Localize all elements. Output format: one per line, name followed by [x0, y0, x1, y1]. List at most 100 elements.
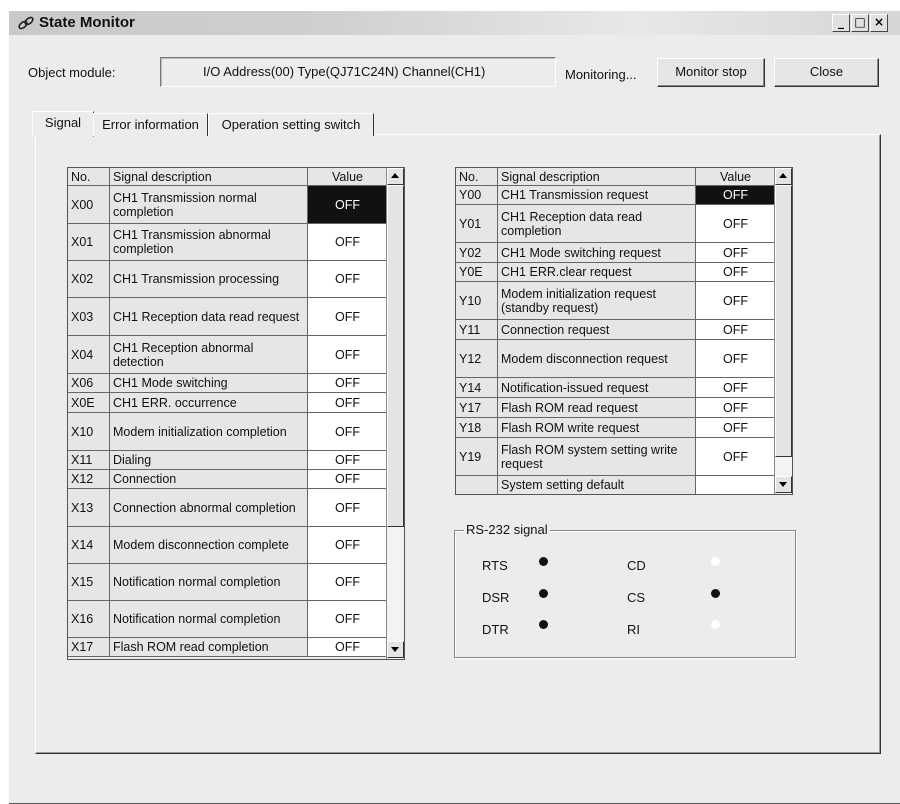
tab-signal[interactable]: Signal [32, 111, 94, 137]
table-row[interactable]: X13 Connection abnormal completion OFF [68, 488, 388, 527]
row-no: Y00 [456, 185, 498, 205]
table-row[interactable]: X00 CH1 Transmission normal completion O… [68, 185, 388, 224]
scroll-down-button[interactable] [387, 641, 404, 658]
table-row[interactable]: X16 Notification normal completion OFF [68, 600, 388, 638]
table-row[interactable]: X17 Flash ROM read completion OFF [68, 637, 388, 657]
row-description: CH1 ERR. occurrence [109, 392, 308, 413]
row-value[interactable]: OFF [695, 319, 776, 340]
row-no: Y10 [456, 281, 498, 320]
row-description: Connection abnormal completion [109, 488, 308, 527]
row-value[interactable]: OFF [307, 392, 388, 413]
row-value[interactable]: OFF [307, 637, 388, 657]
table-row[interactable]: Y10 Modem initialization request (standb… [456, 281, 776, 320]
row-value[interactable]: OFF [307, 223, 388, 261]
object-module-label: Object module: [28, 65, 116, 80]
row-value[interactable]: OFF [695, 377, 776, 398]
row-value[interactable]: OFF [695, 242, 776, 263]
scroll-thumb[interactable] [775, 185, 792, 457]
x-table-scrollbar[interactable] [386, 168, 404, 659]
monitor-stop-button[interactable]: Monitor stop [657, 58, 765, 87]
row-value[interactable]: OFF [307, 335, 388, 374]
row-value[interactable]: OFF [307, 600, 388, 638]
table-row[interactable]: Y17 Flash ROM read request OFF [456, 397, 776, 418]
row-description: System setting default [497, 475, 696, 494]
row-value[interactable]: OFF [307, 488, 388, 527]
row-description: Notification normal completion [109, 563, 308, 601]
table-row[interactable]: X11 Dialing OFF [68, 450, 388, 470]
row-value[interactable]: OFF [307, 185, 388, 224]
row-value[interactable]: OFF [695, 185, 776, 205]
table-row[interactable]: X01 CH1 Transmission abnormal completion… [68, 223, 388, 261]
table-row[interactable]: X02 CH1 Transmission processing OFF [68, 260, 388, 298]
close-button[interactable]: Close [774, 58, 879, 87]
tab-operation-setting-switch[interactable]: Operation setting switch [208, 113, 374, 136]
table-row[interactable]: X04 CH1 Reception abnormal detection OFF [68, 335, 388, 374]
row-value[interactable]: OFF [307, 450, 388, 470]
row-value[interactable]: OFF [695, 262, 776, 282]
table-row[interactable]: X0E CH1 ERR. occurrence OFF [68, 392, 388, 413]
cd-indicator-icon [711, 557, 720, 566]
scroll-up-button[interactable] [775, 168, 792, 185]
column-header-value[interactable]: Value [307, 168, 388, 186]
row-value[interactable]: OFF [695, 437, 776, 476]
table-row[interactable]: Y02 CH1 Mode switching request OFF [456, 242, 776, 263]
row-value[interactable]: OFF [695, 204, 776, 243]
table-row[interactable]: X15 Notification normal completion OFF [68, 563, 388, 601]
signal-label-rts: RTS [482, 558, 508, 573]
table-row[interactable]: X10 Modem initialization completion OFF [68, 412, 388, 451]
row-value[interactable]: OFF [307, 526, 388, 564]
scroll-up-button[interactable] [387, 168, 404, 185]
column-header-signal-description[interactable]: Signal description [109, 168, 308, 186]
row-value[interactable]: OFF [307, 373, 388, 393]
row-no: X13 [68, 488, 110, 527]
close-window-button[interactable]: × [870, 14, 888, 32]
row-description: Modem initialization request (standby re… [497, 281, 696, 320]
tab-error-information[interactable]: Error information [93, 113, 208, 136]
y-table-scrollbar[interactable] [774, 168, 792, 494]
row-description: Connection request [497, 319, 696, 340]
row-description: CH1 Reception data read completion [497, 204, 696, 243]
table-row[interactable]: Y0E CH1 ERR.clear request OFF [456, 262, 776, 282]
x-table-header: No. Signal description Value [68, 168, 388, 186]
table-row[interactable]: X06 CH1 Mode switching OFF [68, 373, 388, 393]
row-value[interactable]: OFF [695, 281, 776, 320]
table-row[interactable]: Y11 Connection request OFF [456, 319, 776, 340]
row-description: CH1 ERR.clear request [497, 262, 696, 282]
row-value[interactable]: OFF [695, 339, 776, 378]
table-row[interactable]: X14 Modem disconnection complete OFF [68, 526, 388, 564]
row-no: X15 [68, 563, 110, 601]
y-table-header: No. Signal description Value [456, 168, 776, 186]
row-value[interactable]: OFF [695, 417, 776, 438]
row-value[interactable]: OFF [695, 397, 776, 418]
column-header-signal-description[interactable]: Signal description [497, 168, 696, 186]
dsr-indicator-icon [539, 589, 548, 598]
row-value[interactable]: OFF [307, 563, 388, 601]
table-row[interactable]: X03 CH1 Reception data read request OFF [68, 297, 388, 336]
table-row[interactable]: Y14 Notification-issued request OFF [456, 377, 776, 398]
maximize-button[interactable]: □ [851, 14, 869, 32]
arrow-up-icon [391, 173, 399, 178]
table-row[interactable]: Y19 Flash ROM system setting write reque… [456, 437, 776, 476]
row-value[interactable]: OFF [307, 297, 388, 336]
table-row[interactable]: System setting default [456, 475, 776, 494]
y-signal-table: No. Signal description Value Y00 CH1 Tra… [456, 168, 776, 494]
column-header-value[interactable]: Value [695, 168, 776, 186]
row-description: Flash ROM read completion [109, 637, 308, 657]
scroll-thumb[interactable] [387, 185, 404, 527]
title-bar[interactable]: State Monitor _ □ × [9, 11, 900, 35]
row-no: Y17 [456, 397, 498, 418]
row-value[interactable]: OFF [307, 412, 388, 451]
table-row[interactable]: X12 Connection OFF [68, 469, 388, 489]
table-row[interactable]: Y00 CH1 Transmission request OFF [456, 185, 776, 205]
row-value[interactable]: OFF [307, 469, 388, 489]
row-value[interactable] [695, 475, 776, 494]
table-row[interactable]: Y12 Modem disconnection request OFF [456, 339, 776, 378]
table-row[interactable]: Y01 CH1 Reception data read completion O… [456, 204, 776, 243]
minimize-button[interactable]: _ [832, 14, 850, 32]
column-header-no[interactable]: No. [456, 168, 498, 186]
table-row[interactable]: Y18 Flash ROM write request OFF [456, 417, 776, 438]
column-header-no[interactable]: No. [68, 168, 110, 186]
scroll-down-button[interactable] [775, 476, 792, 493]
row-description: Modem disconnection request [497, 339, 696, 378]
row-value[interactable]: OFF [307, 260, 388, 298]
